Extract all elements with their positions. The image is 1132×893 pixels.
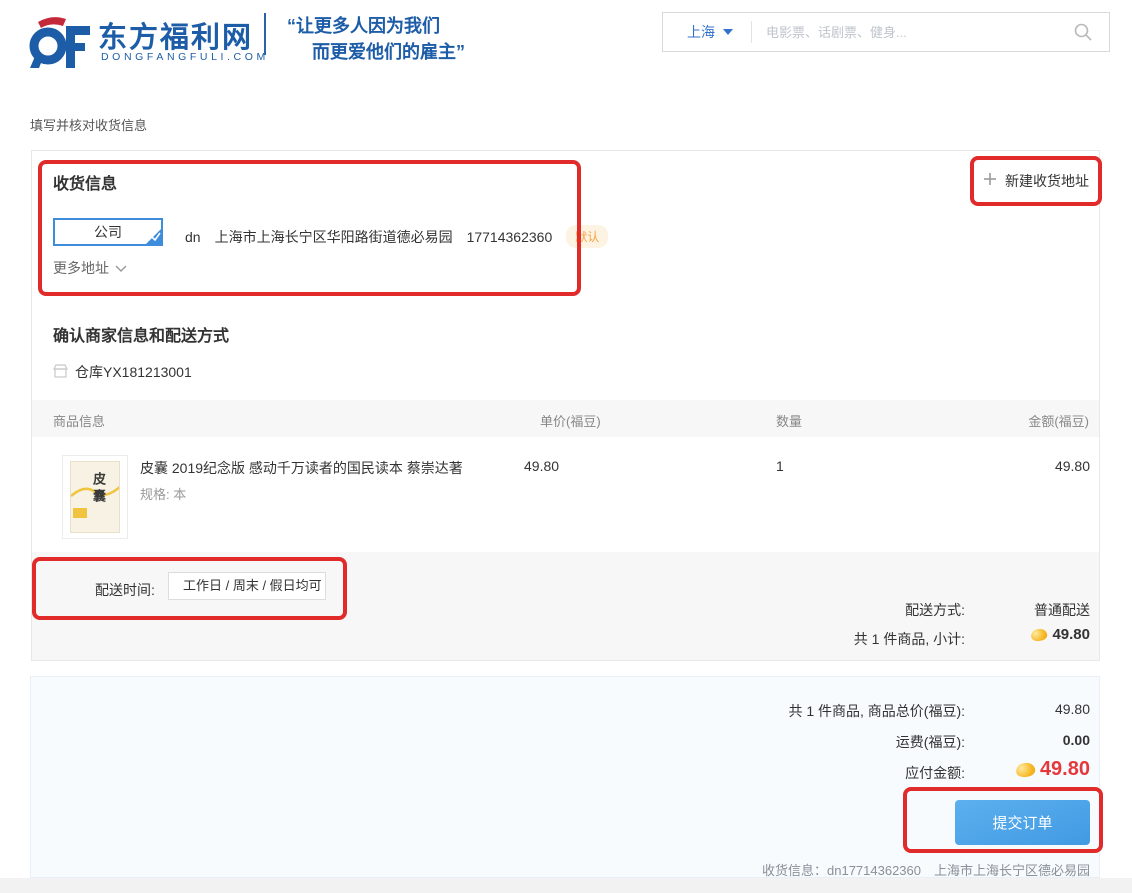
more-addresses-label: 更多地址 xyxy=(53,258,109,278)
new-address-button[interactable]: 新建收货地址 xyxy=(970,156,1102,206)
checkout-page: 东方福利网 DONGFANGFULI.COM “让更多人因为我们 而更爱他们的雇… xyxy=(0,0,1132,893)
delivery-method-label: 配送方式: xyxy=(905,600,965,620)
product-spec: 规格: 本 xyxy=(140,484,186,503)
total-value: 49.80 xyxy=(1055,701,1090,717)
warehouse-row: 仓库YX181213001 xyxy=(53,362,192,382)
product-unit-price: 49.80 xyxy=(524,458,559,474)
footer-info-label: 收货信息： xyxy=(762,863,827,878)
plus-icon xyxy=(983,172,997,191)
phone-number: 17714362360 xyxy=(467,229,553,245)
product-quantity: 1 xyxy=(776,458,784,474)
bean-icon xyxy=(1015,760,1037,778)
page-title: 填写并核对收货信息 xyxy=(30,115,147,134)
shipping-section-title: 收货信息 xyxy=(53,170,117,194)
brand-domain: DONGFANGFULI.COM xyxy=(101,51,269,63)
brand-name: 东方福利网 xyxy=(98,14,253,56)
logo-icon[interactable] xyxy=(26,14,92,75)
search-input[interactable] xyxy=(752,25,1057,40)
default-badge: 默认 xyxy=(566,225,608,248)
payable-value: 49.80 xyxy=(1040,758,1090,781)
col-unit-price: 单价(福豆) xyxy=(540,411,601,430)
header-divider xyxy=(264,13,266,55)
footer-shipping-info: 收货信息：dn17714362360 上海市上海长宁区德必易园 xyxy=(762,860,1090,879)
address-tag-company[interactable]: 公司 xyxy=(53,218,163,246)
new-address-label: 新建收货地址 xyxy=(1005,171,1089,191)
city-selector[interactable]: 上海 xyxy=(663,22,751,42)
search-icon[interactable] xyxy=(1057,22,1109,42)
submit-order-button[interactable]: 提交订单 xyxy=(955,800,1090,845)
delivery-time-label: 配送时间: xyxy=(95,580,155,600)
search-bar: 上海 xyxy=(662,12,1110,52)
book-cover-band xyxy=(73,508,87,518)
col-amount: 金额(福豆) xyxy=(1028,411,1089,430)
product-amount: 49.80 xyxy=(1055,458,1090,474)
slogan-line-1: “让更多人因为我们 xyxy=(287,12,440,38)
book-cover: 皮囊 xyxy=(70,461,120,533)
check-icon xyxy=(151,228,161,244)
more-addresses-toggle[interactable]: 更多地址 xyxy=(53,258,127,278)
warehouse-name: 仓库YX181213001 xyxy=(75,362,192,382)
subtotal-label: 共 1 件商品, 小计: xyxy=(854,629,965,649)
delivery-method-value: 普通配送 xyxy=(1034,600,1090,620)
freight-label: 运费(福豆): xyxy=(896,732,965,752)
chevron-down-icon xyxy=(115,260,127,276)
product-title[interactable]: 皮囊 2019纪念版 感动千万读者的国民读本 蔡崇达著 xyxy=(140,458,463,478)
address-tag-label: 公司 xyxy=(94,222,122,242)
table-header: 商品信息 单价(福豆) 数量 金额(福豆) xyxy=(32,400,1099,437)
col-product: 商品信息 xyxy=(53,411,105,430)
total-label: 共 1 件商品, 商品总价(福豆): xyxy=(788,701,965,721)
address-text: 上海市上海长宁区华阳路街道德必易园 xyxy=(215,227,453,247)
payable-money: 49.80 xyxy=(1016,758,1090,781)
product-thumbnail[interactable]: 皮囊 xyxy=(62,455,128,539)
merchant-section-title: 确认商家信息和配送方式 xyxy=(53,322,229,346)
subtotal-money: 49.80 xyxy=(1031,626,1090,643)
bean-icon xyxy=(1030,627,1048,643)
store-icon xyxy=(53,364,68,381)
footer-strip xyxy=(0,878,1132,893)
col-quantity: 数量 xyxy=(776,411,802,430)
recipient-name: dn xyxy=(185,229,201,245)
footer-info-value: dn17714362360 上海市上海长宁区德必易园 xyxy=(827,863,1090,878)
slogan-line-2: 而更爱他们的雇主” xyxy=(312,38,465,64)
book-cover-title: 皮囊 xyxy=(89,472,108,506)
subtotal-value: 49.80 xyxy=(1052,626,1090,643)
city-label: 上海 xyxy=(687,22,715,42)
payable-label: 应付金额: xyxy=(905,763,965,783)
freight-value: 0.00 xyxy=(1063,732,1090,748)
delivery-time-select[interactable]: 工作日 / 周末 / 假日均可 xyxy=(168,572,326,600)
address-row: dn 上海市上海长宁区华阳路街道德必易园 17714362360 默认 xyxy=(185,225,608,248)
caret-down-icon xyxy=(723,29,733,35)
